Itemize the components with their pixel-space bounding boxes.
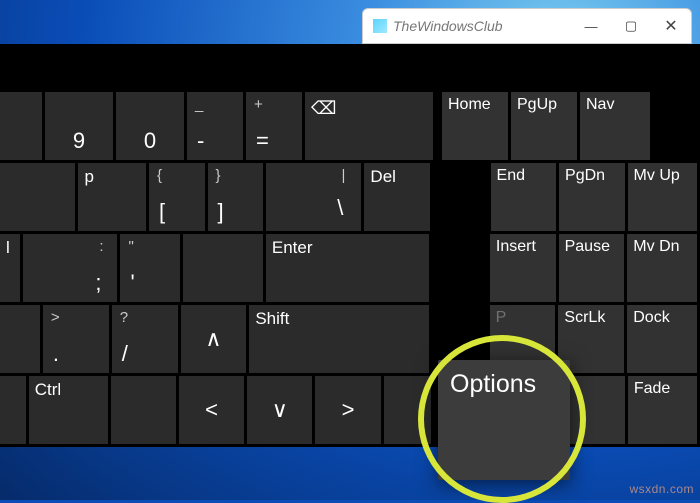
key-pgup[interactable]: PgUp: [511, 92, 577, 160]
key-backslash[interactable]: | \: [266, 163, 361, 231]
key-insert[interactable]: Insert: [490, 234, 556, 302]
key-blank-r5[interactable]: [111, 376, 176, 444]
maximize-button[interactable]: ▢: [611, 9, 651, 43]
key-partial-r4[interactable]: [0, 305, 40, 373]
up-arrow-icon: ∧: [205, 326, 221, 352]
key-ctrl[interactable]: Ctrl: [29, 376, 108, 444]
key-row-2: p {[ }] | \ Del End PgDn Mv Up: [0, 163, 700, 231]
key-end[interactable]: End: [491, 163, 557, 231]
key-0[interactable]: 0: [116, 92, 184, 160]
key-lbracket[interactable]: {[: [149, 163, 205, 231]
options-tooltip[interactable]: Options: [438, 360, 570, 480]
watermark: wsxdn.com: [629, 482, 694, 496]
close-button[interactable]: ✕: [651, 9, 691, 43]
key-pgdn[interactable]: PgDn: [559, 163, 625, 231]
left-arrow-icon: <: [205, 397, 218, 423]
key-semicolon[interactable]: : ;: [23, 234, 118, 302]
key-mvup[interactable]: Mv Up: [628, 163, 697, 231]
key-quote[interactable]: "': [120, 234, 180, 302]
key-partial-r5a[interactable]: [0, 376, 26, 444]
right-arrow-icon: >: [342, 397, 355, 423]
key-partial-left[interactable]: [0, 92, 42, 160]
key-9[interactable]: 9: [45, 92, 113, 160]
key-fade[interactable]: Fade: [628, 376, 697, 444]
minimize-button[interactable]: —: [571, 9, 611, 43]
key-row-1: 9 0 _- += ⌫ Home PgUp Nav: [0, 92, 700, 160]
on-screen-keyboard: 9 0 _- += ⌫ Home PgUp Nav p {[ }] | \ De…: [0, 44, 700, 447]
app-titlebar: TheWindowsClub — ▢ ✕: [362, 8, 692, 44]
app-icon: [373, 19, 387, 33]
key-p[interactable]: p: [78, 163, 146, 231]
key-right-arrow[interactable]: >: [315, 376, 380, 444]
key-period[interactable]: >.: [43, 305, 109, 373]
key-dock[interactable]: Dock: [627, 305, 697, 373]
key-partial-r5b[interactable]: [384, 376, 431, 444]
backspace-icon: ⌫: [311, 98, 336, 119]
key-enter[interactable]: Enter: [266, 234, 429, 302]
key-del[interactable]: Del: [364, 163, 430, 231]
down-arrow-icon: ∨: [272, 397, 288, 423]
key-mvdn[interactable]: Mv Dn: [627, 234, 697, 302]
key-nav[interactable]: Nav: [580, 92, 650, 160]
key-equals[interactable]: +=: [246, 92, 302, 160]
key-row-5: Ctrl < ∨ > Fade: [0, 376, 700, 444]
key-backspace[interactable]: ⌫: [305, 92, 433, 160]
key-slash[interactable]: ?/: [112, 305, 178, 373]
key-row-4: >. ?/ ∧ Shift P ScrLk Dock: [0, 305, 700, 373]
options-label: Options: [450, 370, 536, 398]
key-blank-r3[interactable]: [183, 234, 263, 302]
key-home[interactable]: Home: [442, 92, 508, 160]
app-title: TheWindowsClub: [393, 18, 571, 34]
key-down-arrow[interactable]: ∨: [247, 376, 312, 444]
key-l[interactable]: l: [0, 234, 20, 302]
key-row-3: l : ; "' Enter Insert Pause Mv Dn: [0, 234, 700, 302]
key-dash[interactable]: _-: [187, 92, 243, 160]
key-rbracket[interactable]: }]: [208, 163, 264, 231]
key-left-arrow[interactable]: <: [179, 376, 244, 444]
key-partial-left-2[interactable]: [0, 163, 75, 231]
key-pause[interactable]: Pause: [559, 234, 625, 302]
key-up-arrow[interactable]: ∧: [181, 305, 247, 373]
key-shift[interactable]: Shift: [249, 305, 428, 373]
